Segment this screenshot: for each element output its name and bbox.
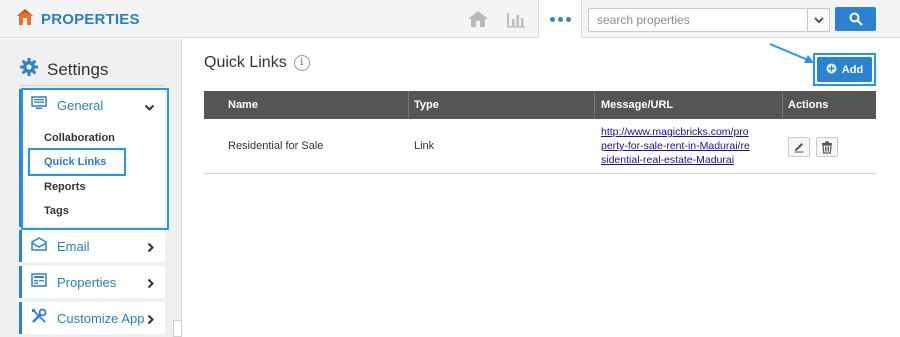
scrollbar[interactable] xyxy=(173,320,182,337)
sidebar-item-label: Customize App xyxy=(57,310,145,326)
edit-button[interactable] xyxy=(788,137,810,157)
pencil-icon xyxy=(794,143,804,153)
gear-icon xyxy=(19,57,39,82)
table-header: Name Type Message/URL Actions xyxy=(204,91,876,119)
house-logo-icon xyxy=(15,7,35,32)
search-button[interactable] xyxy=(835,7,876,31)
search-input[interactable] xyxy=(588,8,830,32)
sidebar-item-customize-app[interactable]: Customize App xyxy=(19,302,165,334)
sidebar-item-label: Email xyxy=(57,238,90,254)
delete-button[interactable] xyxy=(816,137,838,157)
more-dots-icon[interactable] xyxy=(538,0,582,38)
document-list-icon xyxy=(31,272,47,292)
divider xyxy=(408,91,409,119)
page-title-wrap: Quick Links i xyxy=(204,54,310,72)
sidebar-item-label: Properties xyxy=(57,274,117,290)
chevron-right-icon xyxy=(147,312,155,330)
column-header-name: Name xyxy=(228,99,258,111)
cell-url-link[interactable]: http://www.magicbricks.com/property-for-… xyxy=(601,125,753,167)
add-button-label: Add xyxy=(841,63,864,76)
settings-title: Settings xyxy=(47,59,109,79)
chevron-down-icon[interactable] xyxy=(807,9,829,31)
app-title: PROPERTIES xyxy=(41,11,140,28)
table-row: Residential for Sale Link http://www.mag… xyxy=(204,119,876,174)
tools-icon xyxy=(31,308,47,329)
settings-header: Settings xyxy=(19,57,108,82)
bar-chart-icon[interactable] xyxy=(505,9,527,29)
column-header-actions: Actions xyxy=(788,99,829,111)
cell-name: Residential for Sale xyxy=(228,140,324,152)
chevron-right-icon xyxy=(147,276,155,294)
pointer-arrow-icon xyxy=(769,43,814,63)
sidebar-item-email[interactable]: Email xyxy=(19,230,165,262)
search-icon xyxy=(849,12,863,26)
home-icon[interactable] xyxy=(467,9,489,29)
column-header-type: Type xyxy=(414,99,439,111)
cell-type: Link xyxy=(414,140,435,152)
sidebar-item-properties[interactable]: Properties xyxy=(19,266,165,298)
plus-circle-icon xyxy=(826,63,837,77)
divider xyxy=(594,91,595,119)
quick-links-highlight-box xyxy=(28,148,126,176)
info-icon[interactable]: i xyxy=(293,55,310,71)
divider xyxy=(782,91,783,119)
brand[interactable]: PROPERTIES xyxy=(15,7,140,32)
column-header-url: Message/URL xyxy=(601,99,674,111)
envelope-icon xyxy=(31,236,47,256)
trash-icon xyxy=(822,141,832,154)
page-title: Quick Links xyxy=(204,54,287,71)
top-bar: PROPERTIES xyxy=(0,0,900,38)
chevron-right-icon xyxy=(147,240,155,258)
divider xyxy=(19,85,165,86)
add-button[interactable]: Add xyxy=(817,57,872,82)
